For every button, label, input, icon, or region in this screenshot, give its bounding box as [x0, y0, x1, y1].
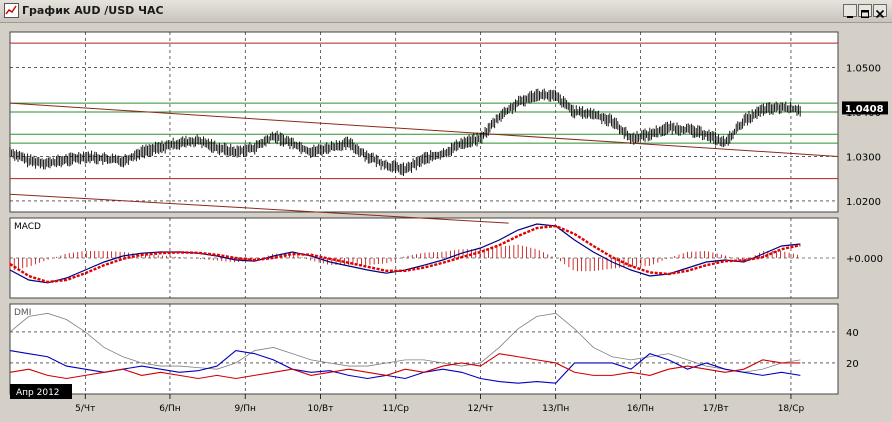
chart-window: График AUD /USD ЧАС 1.05001.04001.03001.… [0, 0, 892, 422]
minimize-icon [847, 16, 853, 18]
date-tick-label: 11/Ср [383, 404, 410, 414]
dmi-tick-label: 20 [846, 359, 859, 370]
price-tick-label: 1.0200 [846, 197, 881, 208]
chart-area[interactable]: 1.05001.04001.03001.02001.0408MACD+0.000… [0, 22, 892, 422]
date-tick-label: 17/Вт [703, 404, 729, 414]
price-panel[interactable] [9, 31, 839, 213]
maximize-icon [861, 10, 869, 18]
chart-app-icon [4, 3, 19, 18]
price-tick-label: 1.0500 [846, 64, 881, 75]
date-tick-label: 13/Пн [542, 404, 569, 414]
date-badge-label: Апр 2012 [16, 388, 60, 398]
close-button[interactable] [873, 4, 887, 19]
title-bar[interactable]: График AUD /USD ЧАС [0, 0, 892, 23]
current-price-label: 1.0408 [845, 104, 884, 115]
date-tick-label: 18/Ср [778, 404, 805, 414]
date-tick-label: 10/Вт [308, 404, 334, 414]
macd-tick-label: +0.000 [846, 254, 883, 265]
close-icon [875, 9, 885, 19]
date-tick-label: 12/Чт [468, 404, 494, 414]
window-title: График AUD /USD ЧАС [22, 4, 164, 17]
macd-legend: MACD [14, 222, 41, 232]
minimize-button[interactable] [843, 4, 857, 18]
dmi-legend: DMI [14, 308, 31, 318]
dmi-tick-label: 40 [846, 328, 859, 339]
price-tick-label: 1.0300 [846, 152, 881, 163]
dmi-panel[interactable] [9, 303, 839, 395]
date-tick-label: 6/Пн [159, 404, 181, 414]
date-tick-label: 5/Чт [75, 404, 95, 414]
date-tick-label: 16/Пн [627, 404, 654, 414]
maximize-button[interactable] [858, 4, 872, 18]
date-tick-label: 9/Пн [235, 404, 257, 414]
